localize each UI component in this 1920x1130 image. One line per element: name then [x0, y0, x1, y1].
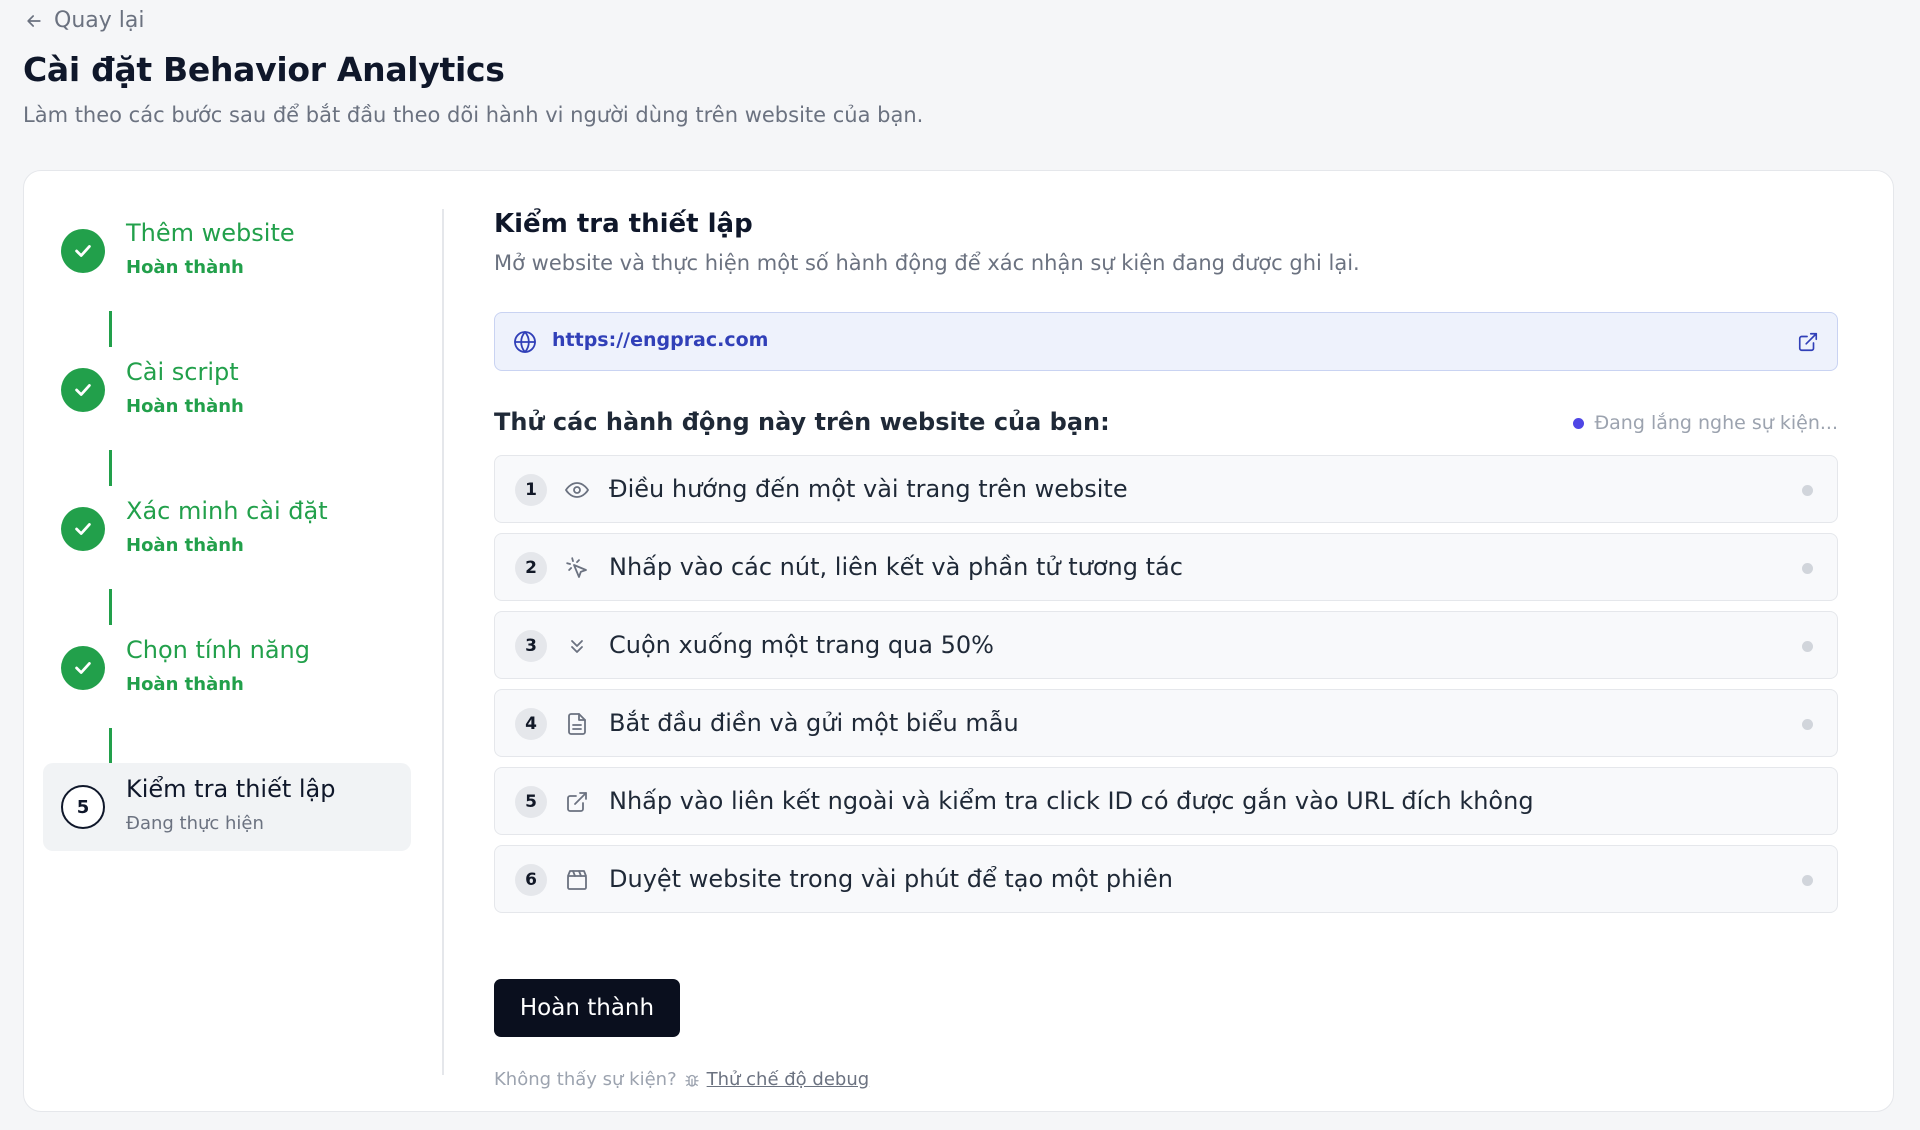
- action-number: 5: [515, 786, 547, 818]
- action-item: 5 Nhấp vào liên kết ngoài và kiểm tra cl…: [494, 767, 1838, 835]
- action-label: Cuộn xuống một trang qua 50%: [609, 631, 994, 659]
- debug-hint: Không thấy sự kiện? Thử chế độ debug: [494, 1069, 869, 1090]
- external-link-icon: [567, 792, 587, 812]
- action-status-dot: [1802, 641, 1813, 652]
- listening-dot: [1573, 417, 1585, 429]
- action-status-dot: [1802, 719, 1813, 730]
- step-verify-install[interactable]: Xác minh cài đặt Hoàn thành: [43, 485, 411, 573]
- action-item: 6 Duyệt website trong vài phút để tạo mộ…: [494, 845, 1838, 913]
- action-number: 4: [515, 708, 547, 740]
- finish-button[interactable]: Hoàn thành: [494, 979, 680, 1037]
- step-check-circle: [61, 229, 105, 273]
- step-number-circle: 5: [61, 785, 105, 829]
- step-title: Cài script: [126, 358, 239, 386]
- setup-card: Thêm website Hoàn thành Cài script Hoàn …: [23, 170, 1894, 1112]
- vertical-divider: [442, 209, 444, 1075]
- debug-mode-link[interactable]: Thử chế độ debug: [707, 1069, 870, 1090]
- step-status: Hoàn thành: [126, 535, 244, 556]
- step-test-setup[interactable]: 5 Kiểm tra thiết lập Đang thực hiện: [43, 763, 411, 851]
- action-label: Duyệt website trong vài phút để tạo một …: [609, 865, 1173, 893]
- eye-icon: [565, 482, 589, 498]
- step-title: Thêm website: [126, 219, 295, 247]
- step-status: Hoàn thành: [126, 257, 244, 278]
- action-label: Điều hướng đến một vài trang trên websit…: [609, 475, 1128, 503]
- external-link-icon[interactable]: [1797, 331, 1819, 353]
- debug-prompt: Không thấy sự kiện?: [494, 1069, 677, 1090]
- step-status: Hoàn thành: [126, 396, 244, 417]
- action-label: Nhấp vào liên kết ngoài và kiểm tra clic…: [609, 787, 1534, 815]
- action-number: 3: [515, 630, 547, 662]
- back-label: Quay lại: [54, 8, 145, 33]
- action-item: 3 Cuộn xuống một trang qua 50%: [494, 611, 1838, 679]
- action-label: Nhấp vào các nút, liên kết và phần tử tư…: [609, 553, 1183, 581]
- action-number: 2: [515, 552, 547, 584]
- website-url[interactable]: https://engprac.com: [552, 329, 768, 351]
- step-title: Kiểm tra thiết lập: [126, 775, 336, 803]
- globe-icon: [514, 331, 536, 353]
- step-check-circle: [61, 368, 105, 412]
- check-icon: [75, 662, 91, 674]
- click-icon: [566, 557, 587, 578]
- check-icon: [75, 384, 91, 396]
- step-status: Đang thực hiện: [126, 813, 264, 834]
- action-number: 1: [515, 474, 547, 506]
- action-item: 2 Nhấp vào các nút, liên kết và phần tử …: [494, 533, 1838, 601]
- step-check-circle: [61, 507, 105, 551]
- step-check-circle: [61, 646, 105, 690]
- bug-icon: [684, 1074, 699, 1087]
- action-item: 4 Bắt đầu điền và gửi một biểu mẫu: [494, 689, 1838, 757]
- action-status-dot: [1802, 563, 1813, 574]
- step-connector: [109, 311, 112, 347]
- section-title: Kiểm tra thiết lập: [494, 209, 753, 239]
- section-description: Mở website và thực hiện một số hành động…: [494, 251, 1360, 275]
- listening-label: Đang lắng nghe sự kiện...: [1594, 412, 1838, 434]
- action-label: Bắt đầu điền và gửi một biểu mẫu: [609, 709, 1019, 737]
- action-number: 6: [515, 864, 547, 896]
- step-install-script[interactable]: Cài script Hoàn thành: [43, 346, 411, 434]
- page-subtitle: Làm theo các bước sau để bắt đầu theo dõ…: [23, 103, 924, 127]
- listening-indicator: Đang lắng nghe sự kiện...: [1573, 412, 1838, 434]
- check-icon: [75, 245, 91, 257]
- step-connector: [109, 589, 112, 625]
- clapperboard-icon: [567, 870, 587, 890]
- arrow-left-icon: [27, 14, 41, 27]
- check-icon: [75, 523, 91, 535]
- chevrons-down-icon: [571, 640, 583, 653]
- step-connector: [109, 450, 112, 486]
- back-link[interactable]: Quay lại: [24, 8, 144, 33]
- step-add-website[interactable]: Thêm website Hoàn thành: [43, 207, 411, 295]
- website-url-box[interactable]: https://engprac.com: [494, 312, 1838, 371]
- action-status-dot: [1802, 875, 1813, 886]
- page-title: Cài đặt Behavior Analytics: [23, 50, 505, 89]
- action-item: 1 Điều hướng đến một vài trang trên webs…: [494, 455, 1838, 523]
- step-connector: [109, 728, 112, 764]
- document-icon: [568, 713, 586, 735]
- step-title: Xác minh cài đặt: [126, 497, 328, 525]
- action-status-dot: [1802, 485, 1813, 496]
- step-title: Chọn tính năng: [126, 636, 310, 664]
- actions-heading: Thử các hành động này trên website của b…: [494, 408, 1110, 436]
- step-status: Hoàn thành: [126, 674, 244, 695]
- step-choose-features[interactable]: Chọn tính năng Hoàn thành: [43, 624, 411, 712]
